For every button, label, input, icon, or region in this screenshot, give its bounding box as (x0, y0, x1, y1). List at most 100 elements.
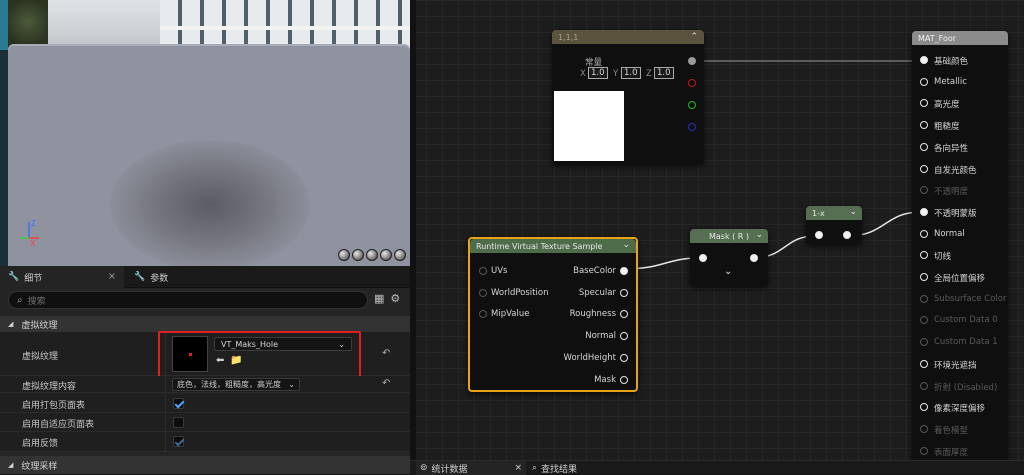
output-label-mask: Mask (594, 375, 616, 385)
material-input-label: 切线 (934, 252, 952, 263)
node-title: 1,1,1 (558, 32, 579, 42)
input-pin[interactable] (699, 254, 707, 262)
material-input-pin[interactable] (920, 142, 928, 151)
material-input-label: 各向异性 (934, 143, 969, 154)
viewport-background-building (160, 0, 410, 48)
feedback-checkbox[interactable] (173, 436, 184, 447)
color-preview-swatch (554, 91, 624, 161)
material-input-pin[interactable] (920, 164, 928, 173)
material-input-pin[interactable] (920, 381, 928, 390)
material-input-pin[interactable] (920, 424, 928, 433)
output-pin-roughness[interactable] (620, 310, 628, 318)
table-view-icon[interactable]: ▦ (374, 292, 384, 305)
output-pin-r[interactable] (688, 79, 696, 87)
output-label-worldheight: WorldHeight (563, 353, 616, 363)
preview-mesh-selector (338, 249, 408, 263)
sphere-preview-icon[interactable] (380, 249, 392, 261)
category-texture-sampling[interactable]: ◢ 纹理采样 (0, 456, 410, 474)
material-input-pin[interactable] (920, 186, 928, 195)
material-input-pin[interactable] (920, 121, 928, 130)
output-pin-basecolor[interactable] (620, 267, 628, 275)
search-tools: ▦ ⚙ (374, 292, 400, 305)
input-pin[interactable] (815, 231, 823, 239)
material-input-label: 着色模型 (934, 425, 969, 436)
component-mask-node[interactable]: Mask ( R ) ⌄ ⌄ (690, 229, 768, 286)
output-pin-b[interactable] (688, 123, 696, 131)
input-pin-worldposition[interactable] (479, 289, 487, 297)
property-label: 虚拟纹理 (22, 352, 59, 362)
property-label: 虚拟纹理内容 (22, 382, 77, 392)
x-value-field[interactable]: 1.0 (588, 67, 608, 79)
property-row-feedback: 启用反馈 (0, 432, 410, 452)
search-input[interactable]: ⌕ 搜索 (8, 291, 368, 309)
material-result-node[interactable]: MAT_Foor 基础颜色 Metallic 高光度 粗糙度 各向异性 自发光颜色 不透明度… (912, 31, 1008, 460)
sphere-preview-icon[interactable] (338, 249, 350, 261)
material-input-label: 表面厚度 (934, 447, 969, 458)
material-input-pin[interactable] (920, 316, 928, 325)
category-virtual-texture[interactable]: ◢ 虚拟纹理 (0, 316, 410, 332)
one-minus-node[interactable]: 1-x ⌄ (806, 206, 862, 244)
chevron-down-icon[interactable]: ⌄ (849, 207, 857, 217)
sphere-preview-icon[interactable] (394, 249, 406, 261)
chevron-down-icon[interactable]: ⌄ (755, 230, 763, 240)
tab-parameters[interactable]: 🔧 参数 (126, 266, 206, 288)
column-divider (165, 376, 166, 392)
reset-to-default-icon[interactable]: ↶ (382, 348, 390, 359)
material-input-label: 不透明蒙版 (934, 208, 977, 219)
input-pin-uvs[interactable] (479, 267, 487, 275)
material-input-pin[interactable] (920, 229, 928, 238)
expand-icon[interactable]: ⌄ (724, 266, 732, 277)
viewport-building-ledge (160, 26, 410, 30)
viewport-left-strip-accent (0, 0, 8, 50)
preview-hole-shadow (110, 140, 310, 266)
virtual-texture-content-dropdown[interactable]: 底色，法线，粗糙度，高光度 ⌄ (172, 378, 300, 391)
output-pin-normal[interactable] (620, 332, 628, 340)
material-input-label: 像素深度偏移 (934, 404, 986, 415)
material-input-label: 环境光遮挡 (934, 360, 977, 371)
chevron-down-icon[interactable]: ⌄ (622, 240, 630, 250)
input-pin-mipvalue[interactable] (479, 310, 487, 318)
material-input-pin[interactable] (920, 273, 928, 281)
node-title: Mask ( R ) (708, 231, 750, 241)
node-header: Runtime Virtual Texture Sample ⌄ (470, 239, 636, 253)
tab-details[interactable]: 🔧 细节 × (0, 266, 124, 288)
material-input-pin[interactable] (920, 294, 928, 303)
adaptive-page-table-checkbox[interactable] (173, 417, 184, 428)
reset-to-default-icon[interactable]: ↶ (382, 378, 390, 389)
z-value-field[interactable]: 1.0 (654, 67, 674, 79)
tab-find-results[interactable]: ⌕ 查找结果 (532, 461, 622, 475)
output-pin-g[interactable] (688, 101, 696, 109)
material-input-pin[interactable] (920, 446, 928, 455)
material-input-pin[interactable] (920, 359, 928, 368)
y-value-field[interactable]: 1.0 (621, 67, 641, 79)
material-input-pin[interactable] (920, 207, 928, 216)
output-pin-specular[interactable] (620, 289, 628, 297)
wrench-icon: 🔧 (134, 272, 146, 282)
output-label-roughness: Roughness (569, 309, 616, 319)
material-input-pin[interactable] (920, 77, 928, 86)
close-icon[interactable]: × (514, 463, 522, 473)
output-pin-rgb[interactable] (688, 57, 696, 65)
close-icon[interactable]: × (108, 271, 116, 282)
output-pin-worldheight[interactable] (620, 354, 628, 362)
packed-page-table-checkbox[interactable] (173, 398, 184, 409)
material-input-pin[interactable] (920, 338, 928, 347)
gear-icon[interactable]: ⚙ (390, 292, 400, 305)
material-input-label: Normal (934, 228, 965, 239)
material-input-pin[interactable] (920, 403, 928, 412)
collapse-icon[interactable]: ⌃ (690, 32, 698, 42)
constant3vector-node[interactable]: 1,1,1 ⌃ 常量 X 1.0 Y 1.0 Z 1.0 (552, 30, 704, 164)
axis-gizmo-icon: Z X (20, 219, 39, 248)
material-preview-viewport[interactable]: Z X (0, 0, 410, 266)
material-input-pin[interactable] (920, 251, 928, 260)
output-pin[interactable] (843, 231, 851, 239)
sphere-preview-icon[interactable] (366, 249, 378, 261)
search-icon: ⌕ (17, 294, 23, 306)
tab-stats[interactable]: ⊚ 统计数据 × (416, 461, 526, 475)
material-input-pin[interactable] (920, 56, 928, 64)
output-pin-mask[interactable] (620, 376, 628, 384)
sphere-preview-icon[interactable] (352, 249, 364, 261)
material-input-pin[interactable] (920, 99, 928, 108)
output-pin[interactable] (750, 254, 758, 262)
runtime-virtual-texture-sample-node[interactable]: Runtime Virtual Texture Sample ⌄ UVs Wor… (468, 237, 638, 392)
